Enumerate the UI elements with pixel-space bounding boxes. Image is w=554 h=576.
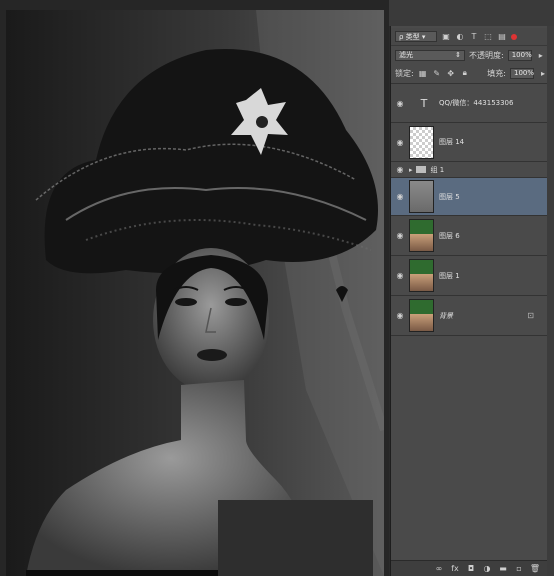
layer-thumbnail — [409, 299, 434, 332]
lock-icon: ⊡ — [527, 311, 534, 320]
eye-icon[interactable]: ◉ — [391, 138, 409, 147]
layer-row-14[interactable]: ◉ 图层 14 — [391, 122, 548, 161]
eye-icon[interactable]: ◉ — [391, 165, 409, 174]
blend-mode-select[interactable]: 滤光 ⇕ — [395, 49, 465, 61]
new-group-icon[interactable]: ▬ — [498, 564, 508, 574]
panel-tab-strip — [389, 0, 554, 26]
layers-panel: ρ 类型 ▾ ▣ ◐ T ⬚ ▤ 滤光 ⇕ 不透明度: 100% ▸ 锁定: ▦… — [390, 26, 548, 576]
layer-thumbnail — [409, 180, 434, 213]
lock-label: 锁定: — [395, 68, 414, 78]
layer-row-6[interactable]: ◉ 图层 6 — [391, 215, 548, 255]
eye-icon[interactable]: ◉ — [391, 311, 409, 320]
layer-row-background[interactable]: ◉ 背景 ⊡ — [391, 295, 548, 335]
search-icon: ρ — [399, 32, 406, 41]
layer-row-text[interactable]: ◉ T QQ/微信：443153306 — [391, 83, 548, 122]
filter-adjustment-icon[interactable]: ◐ — [455, 32, 465, 42]
chevron-updown-icon: ⇕ — [455, 51, 461, 59]
lock-all-icon[interactable]: 🔒︎ — [460, 68, 470, 78]
layers-bottom-toolbar: ∞ fx ◘ ◑ ▬ ▫ 🗑︎ — [391, 560, 548, 576]
adjustment-layer-icon[interactable]: ◑ — [482, 564, 492, 574]
layer-thumbnail — [409, 259, 434, 292]
fill-label: 填充: — [487, 68, 506, 78]
document-canvas[interactable] — [0, 0, 389, 576]
eye-icon[interactable]: ◉ — [391, 192, 409, 201]
layer-row-1[interactable]: ◉ 图层 1 — [391, 255, 548, 295]
layer-style-icon[interactable]: fx — [450, 564, 460, 574]
eye-icon[interactable]: ◉ — [391, 271, 409, 280]
opacity-input[interactable]: 100% — [507, 49, 532, 61]
filter-shape-icon[interactable]: ⬚ — [483, 32, 493, 42]
layer-thumbnail — [409, 125, 434, 159]
lock-transparent-icon[interactable]: ▦ — [418, 68, 428, 78]
eye-icon[interactable]: ◉ — [391, 231, 409, 240]
blend-row: 滤光 ⇕ 不透明度: 100% ▸ — [391, 47, 548, 63]
text-layer-icon: T — [420, 96, 428, 110]
photo-image — [6, 10, 384, 576]
fill-input[interactable]: 100% — [510, 67, 534, 79]
layer-filter-row: ρ 类型 ▾ ▣ ◐ T ⬚ ▤ — [391, 28, 548, 46]
lock-position-icon[interactable]: ✥ — [446, 68, 456, 78]
panel-scrollbar[interactable] — [547, 26, 554, 576]
layer-row-group[interactable]: ◉ ▸ 组 1 — [391, 161, 548, 177]
chevron-down-icon: ▾ — [419, 32, 426, 41]
expand-arrow-icon[interactable]: ▸ — [409, 166, 413, 174]
filter-type-icon[interactable]: T — [469, 32, 479, 42]
filter-kind-select[interactable]: ρ 类型 ▾ — [395, 31, 437, 42]
add-mask-icon[interactable]: ◘ — [466, 564, 476, 574]
trash-icon[interactable]: 🗑︎ — [530, 564, 540, 574]
layer-thumbnail — [409, 219, 434, 252]
link-layers-icon[interactable]: ∞ — [434, 564, 444, 574]
folder-icon — [415, 166, 426, 173]
eye-icon[interactable]: ◉ — [391, 99, 409, 108]
filter-pixel-icon[interactable]: ▣ — [441, 32, 451, 42]
layer-list-divider — [391, 335, 548, 336]
opacity-dropdown-icon[interactable]: ▸ — [536, 50, 546, 60]
lock-row: 锁定: ▦ ✎ ✥ 🔒︎ 填充: 100% ▸ — [391, 65, 548, 81]
filter-toggle-icon[interactable] — [511, 33, 517, 40]
opacity-label: 不透明度: — [469, 50, 504, 60]
layer-row-5-selected[interactable]: ◉ 图层 5 — [391, 177, 548, 215]
lock-image-icon[interactable]: ✎ — [432, 68, 442, 78]
new-layer-icon[interactable]: ▫ — [514, 564, 524, 574]
filter-smart-object-icon[interactable]: ▤ — [497, 32, 507, 42]
